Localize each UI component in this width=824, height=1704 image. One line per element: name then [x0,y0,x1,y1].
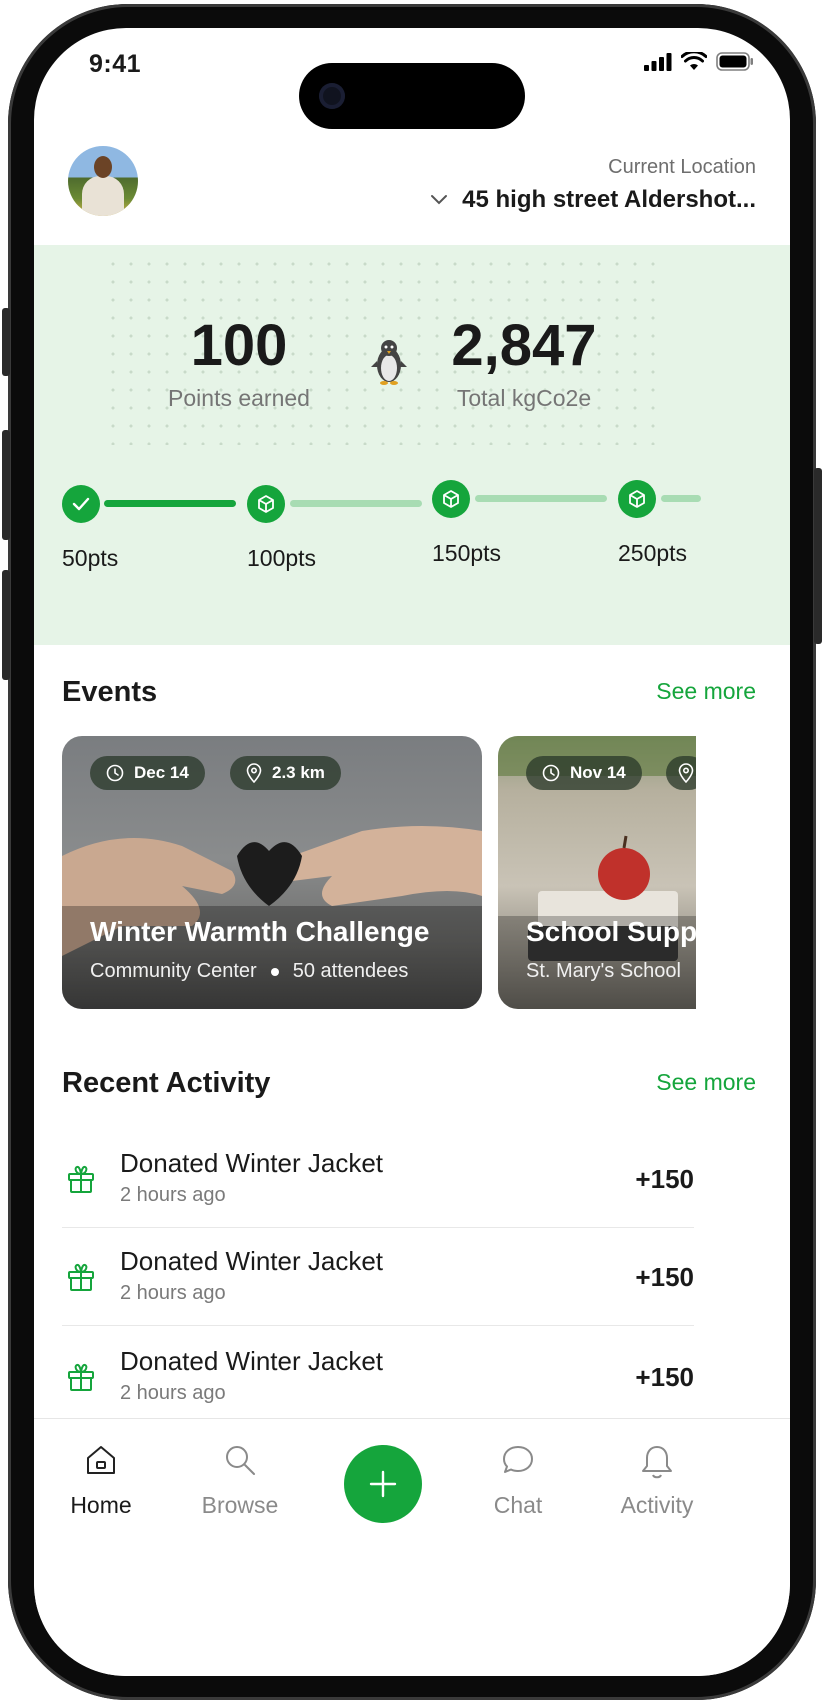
status-time: 9:41 [89,50,142,78]
tab-bar: Home Browse Chat Activity [34,1418,790,1676]
activity-row[interactable]: Donated Winter Jacket 2 hours ago +150 [62,1326,694,1426]
event-date: Dec 14 [134,763,189,782]
volume-down-button [2,570,10,680]
activity-row[interactable]: Donated Winter Jacket 2 hours ago +150 [62,1128,694,1228]
add-button[interactable] [344,1445,422,1523]
milestone-100[interactable] [247,485,285,523]
activity-row[interactable]: Donated Winter Jacket 2 hours ago +150 [62,1226,694,1326]
event-meta: St. Mary's School [526,960,681,983]
tab-browse[interactable]: Browse [180,1443,300,1519]
activity-points: +150 [635,1262,694,1292]
front-camera [319,83,345,109]
progress-segment-4 [661,495,701,502]
milestone-150[interactable] [432,480,470,518]
location-value: 45 high street Aldershot... [462,186,756,213]
location-pin-icon [246,763,262,783]
activity-points: +150 [635,1362,694,1392]
check-icon [72,497,90,511]
gift-icon [68,1263,94,1291]
event-title: School Supplies [526,916,696,947]
co2-stat: 2,847 Total kgCo2e [439,317,609,412]
activity-title: Donated Winter Jacket [120,1346,384,1376]
progress-segment-3 [475,495,607,502]
milestone-50-completed [62,485,100,523]
event-date-chip: Nov 14 [526,756,642,790]
bell-icon [642,1446,672,1479]
dynamic-island [299,63,525,129]
event-card[interactable]: Nov 14 School Supplies St. Mary's School [498,736,696,1009]
clock-icon [542,764,560,782]
event-distance-chip: 2.3 km [230,756,341,790]
tab-chat-label: Chat [493,1492,543,1518]
events-title: Events [62,676,158,708]
location-pin-icon [678,763,694,783]
avatar[interactable] [68,146,138,216]
location-selector[interactable]: 45 high street Aldershot... [430,186,756,214]
screen: 9:41 Current Location 45 high street Ald… [34,28,790,1676]
tab-chat[interactable]: Chat [458,1443,578,1519]
activity-time: 2 hours ago [120,1382,226,1404]
milestone-label: 100pts [247,545,317,571]
co2-value: 2,847 [451,313,597,378]
milestone-label: 50pts [62,545,119,571]
tab-activity[interactable]: Activity [597,1443,717,1519]
clock-icon [106,764,124,782]
volume-up-button [2,430,10,540]
action-button [2,308,10,376]
event-distance: 2.3 km [272,763,325,782]
event-card[interactable]: Dec 14 2.3 km Winter Warmth Challenge Co… [62,736,482,1009]
search-icon [226,1446,255,1475]
gift-icon [68,1165,94,1193]
progress-segment-1 [104,500,236,507]
status-icons [644,52,754,71]
activity-time: 2 hours ago [120,1282,226,1304]
event-distance-chip [666,756,696,790]
home-icon [87,1446,115,1474]
progress-segment-2 [290,500,422,507]
event-place: St. Mary's School [526,960,681,982]
events-see-more-link[interactable]: See more [656,678,756,705]
event-meta: Community Center 50 attendees [90,960,408,983]
box-reward-icon [258,495,274,513]
event-attendees: 50 attendees [292,960,409,982]
milestone-250[interactable] [618,480,656,518]
event-date-chip: Dec 14 [90,756,205,790]
activity-title: Donated Winter Jacket [120,1246,384,1276]
activity-see-more-link[interactable]: See more [656,1069,756,1096]
location-label: Current Location [608,156,756,178]
points-stat: 100 Points earned [154,317,324,412]
points-value: 100 [190,313,288,378]
milestone-label: 250pts [618,540,688,566]
event-place: Community Center [90,960,257,982]
chevron-down-icon [431,195,448,205]
stats-panel: 100 Points earned 2,847 Total kgCo2e 50p… [34,245,790,645]
penguin-mascot-icon [371,340,407,385]
avatar-torso [82,176,124,216]
gift-icon [68,1363,94,1391]
battery-icon [716,52,753,71]
milestone-label: 150pts [432,540,502,566]
tab-browse-label: Browse [201,1492,279,1518]
box-reward-icon [443,490,459,508]
tab-home-label: Home [70,1492,132,1518]
activity-title: Donated Winter Jacket [120,1148,384,1178]
avatar-head [94,156,112,178]
cellular-signal-icon [644,52,672,71]
box-reward-icon [629,490,645,508]
separator-dot [270,967,279,976]
power-button [814,468,822,644]
points-label: Points earned [168,385,310,411]
event-title: Winter Warmth Challenge [90,916,430,947]
chat-bubble-icon [503,1446,533,1473]
activity-points: +150 [635,1164,694,1194]
activity-time: 2 hours ago [120,1184,226,1206]
plus-icon [369,1470,397,1498]
tab-home[interactable]: Home [41,1443,161,1519]
event-date: Nov 14 [570,763,626,782]
tab-activity-label: Activity [620,1492,694,1518]
recent-activity-title: Recent Activity [62,1067,271,1099]
co2-label: Total kgCo2e [456,385,592,411]
wifi-icon [681,52,707,70]
